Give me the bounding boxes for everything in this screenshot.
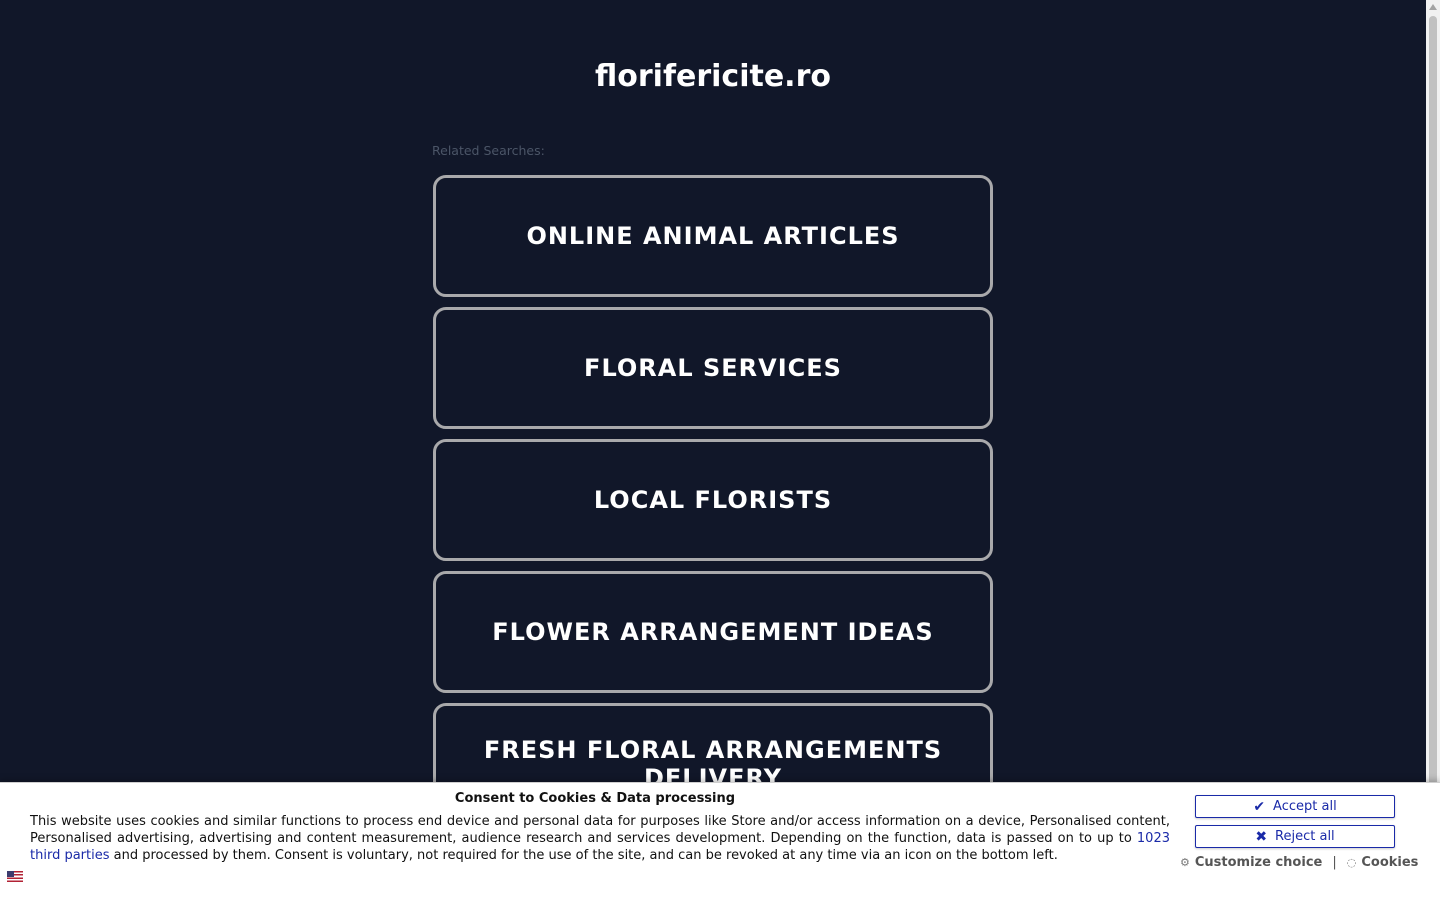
related-search-label: LOCAL FLORISTS bbox=[593, 486, 833, 514]
cookie-icon: ◌ bbox=[1346, 856, 1357, 869]
cookie-consent-banner: Consent to Cookies & Data processing Thi… bbox=[0, 782, 1440, 901]
related-searches-list: ONLINE ANIMAL ARTICLES FLORAL SERVICES L… bbox=[433, 175, 993, 835]
related-searches-label: Related Searches: bbox=[432, 143, 545, 158]
cookies-link[interactable]: ◌ Cookies bbox=[1347, 855, 1419, 870]
customize-choice-link[interactable]: ⚙ Customize choice bbox=[1180, 855, 1322, 870]
scroll-up-arrow-icon[interactable] bbox=[1429, 4, 1437, 10]
reject-all-label: Reject all bbox=[1275, 829, 1335, 844]
related-search-label: FLOWER ARRANGEMENT IDEAS bbox=[492, 618, 934, 646]
customize-choice-label: Customize choice bbox=[1194, 855, 1323, 870]
domain-title: florifericite.ro bbox=[595, 59, 831, 94]
consent-text-part: This website uses cookies and similar fu… bbox=[30, 814, 1170, 846]
related-search-item[interactable]: LOCAL FLORISTS bbox=[433, 439, 993, 561]
parked-domain-page: florifericite.ro Related Searches: ONLIN… bbox=[0, 0, 1426, 900]
us-flag-icon[interactable] bbox=[7, 871, 23, 882]
reject-all-button[interactable]: ✖ Reject all bbox=[1195, 825, 1395, 848]
links-separator: | bbox=[1332, 855, 1337, 870]
accept-all-label: Accept all bbox=[1273, 799, 1337, 814]
scroll-thumb[interactable] bbox=[1429, 16, 1437, 786]
x-icon: ✖ bbox=[1255, 828, 1268, 845]
consent-text-part: and processed by them. Consent is volunt… bbox=[109, 848, 1058, 863]
related-search-item[interactable]: FLOWER ARRANGEMENT IDEAS bbox=[433, 571, 993, 693]
consent-title: Consent to Cookies & Data processing bbox=[454, 791, 736, 806]
related-search-label: ONLINE ANIMAL ARTICLES bbox=[526, 222, 900, 250]
consent-links-row: ⚙ Customize choice | ◌ Cookies bbox=[1180, 855, 1420, 870]
flag-canton bbox=[7, 871, 14, 877]
gear-icon: ⚙ bbox=[1180, 856, 1190, 869]
check-icon: ✔ bbox=[1253, 798, 1266, 815]
consent-description: This website uses cookies and similar fu… bbox=[30, 813, 1170, 864]
related-search-label: FLORAL SERVICES bbox=[584, 354, 842, 382]
related-search-item[interactable]: FLORAL SERVICES bbox=[433, 307, 993, 429]
cookies-label: Cookies bbox=[1361, 855, 1419, 870]
vertical-scrollbar[interactable] bbox=[1426, 0, 1440, 900]
related-search-item[interactable]: ONLINE ANIMAL ARTICLES bbox=[433, 175, 993, 297]
accept-all-button[interactable]: ✔ Accept all bbox=[1195, 795, 1395, 818]
